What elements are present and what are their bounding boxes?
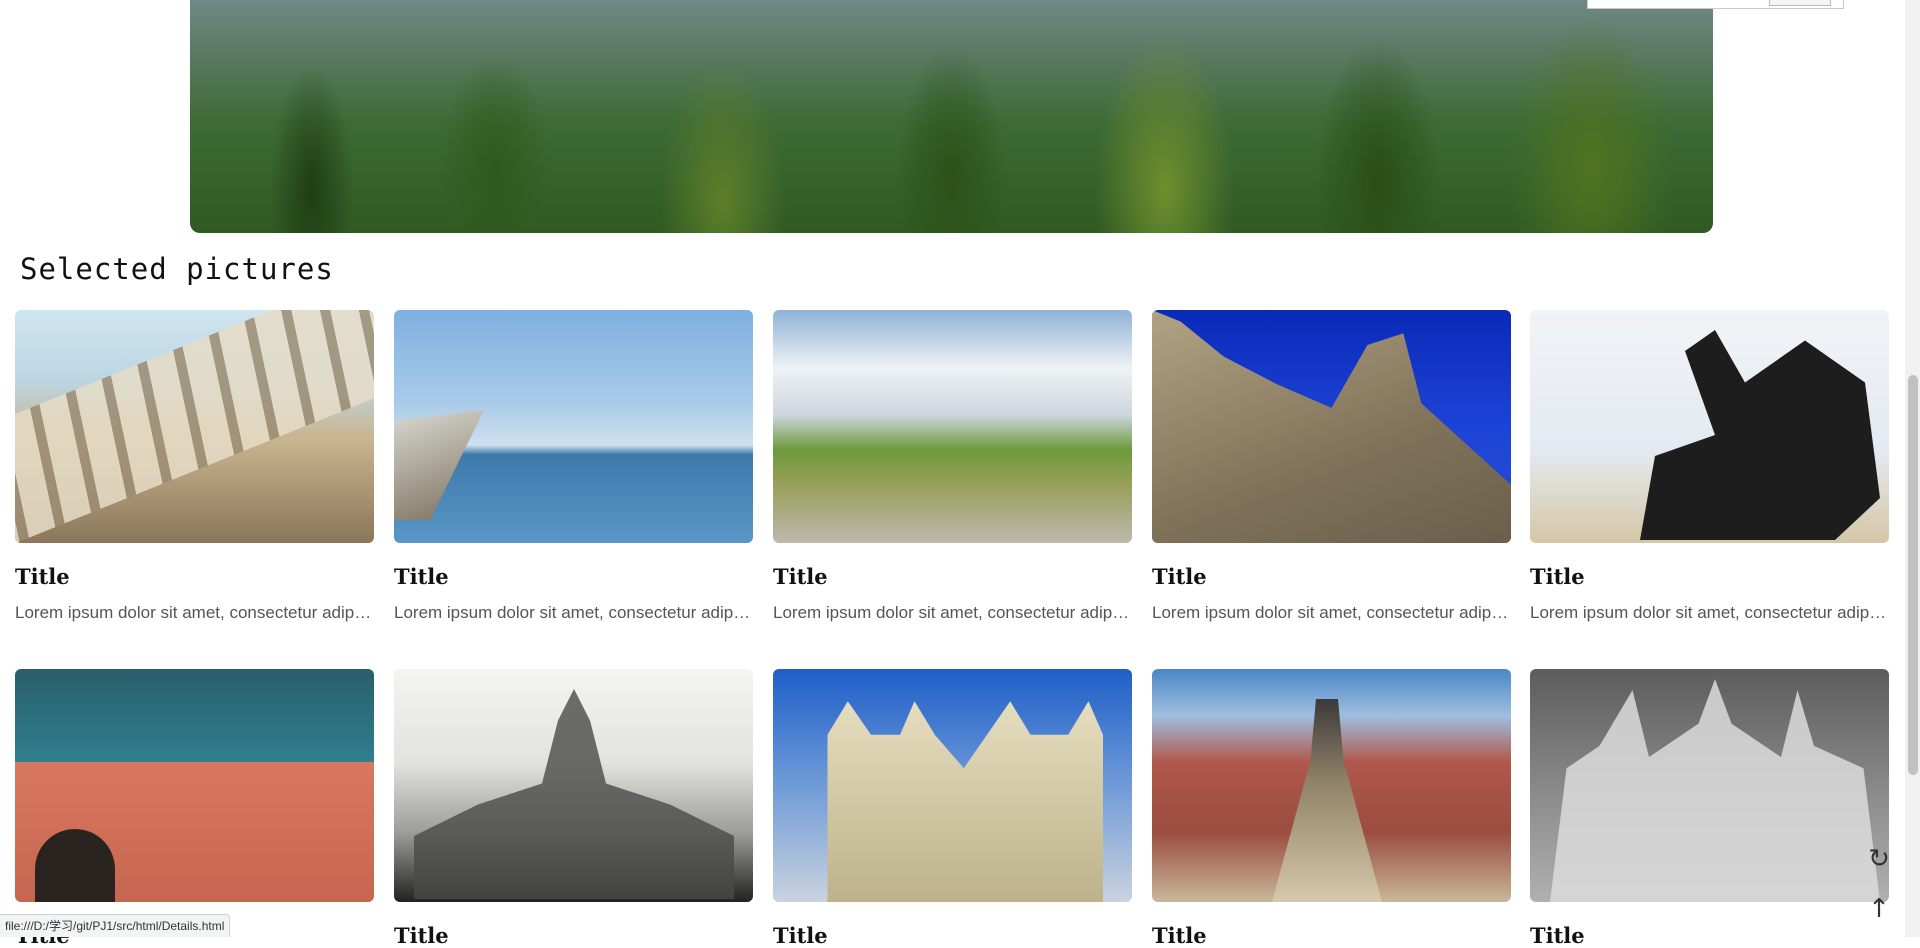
card-image-landscape[interactable] <box>773 310 1132 543</box>
card-title[interactable]: Title <box>773 923 828 948</box>
card-image-statue[interactable] <box>1530 310 1889 543</box>
picture-card[interactable]: Title <box>1530 669 1889 948</box>
picture-card[interactable]: Title Lorem ipsum dolor sit amet, consec… <box>773 310 1132 622</box>
arrow-up-icon[interactable]: ↑ <box>1865 895 1893 923</box>
card-image-hall[interactable] <box>1152 669 1511 902</box>
card-image-castle[interactable] <box>1152 310 1511 543</box>
card-description: Lorem ipsum dolor sit amet, consectetur … <box>773 603 1132 622</box>
card-image-stadium[interactable] <box>15 310 374 543</box>
section-title: Selected pictures <box>20 252 334 286</box>
dropdown-panel <box>1587 0 1844 9</box>
picture-card[interactable]: Title Lorem ipsum dolor sit amet, consec… <box>394 310 753 622</box>
picture-card[interactable]: Title <box>15 669 374 948</box>
card-image-palace[interactable] <box>394 669 753 902</box>
dropdown-button[interactable] <box>1769 0 1831 6</box>
picture-card[interactable]: Title <box>773 669 1132 948</box>
picture-card[interactable]: Title Lorem ipsum dolor sit amet, consec… <box>1152 310 1511 622</box>
vertical-scrollbar[interactable] <box>1905 0 1920 937</box>
card-title[interactable]: Title <box>394 564 449 589</box>
picture-card[interactable]: Title <box>394 669 753 948</box>
card-title[interactable]: Title <box>1152 923 1207 948</box>
picture-card[interactable]: Title Lorem ipsum dolor sit amet, consec… <box>15 310 374 622</box>
card-title[interactable]: Title <box>1152 564 1207 589</box>
card-image-cathedral[interactable] <box>1530 669 1889 902</box>
card-description: Lorem ipsum dolor sit amet, consectetur … <box>1152 603 1511 622</box>
card-image-arsenal[interactable] <box>15 669 374 902</box>
hero-banner-image <box>190 0 1713 233</box>
card-description: Lorem ipsum dolor sit amet, consectetur … <box>394 603 753 622</box>
card-description: Lorem ipsum dolor sit amet, consectetur … <box>1530 603 1889 622</box>
refresh-icon[interactable]: ↻ <box>1865 845 1893 873</box>
card-image-abbey[interactable] <box>773 669 1132 902</box>
card-title[interactable]: Title <box>773 564 828 589</box>
card-title[interactable]: Title <box>394 923 449 948</box>
card-image-boat[interactable] <box>394 310 753 543</box>
scrollbar-thumb[interactable] <box>1908 375 1918 775</box>
card-title[interactable]: Title <box>1530 923 1585 948</box>
card-title[interactable]: Title <box>15 564 70 589</box>
picture-card[interactable]: Title Lorem ipsum dolor sit amet, consec… <box>1530 310 1889 622</box>
picture-card[interactable]: Title <box>1152 669 1511 948</box>
status-bar-url: file:///D:/学习/git/PJ1/src/html/Details.h… <box>0 914 231 937</box>
card-description: Lorem ipsum dolor sit amet, consectetur … <box>15 603 374 622</box>
card-title[interactable]: Title <box>1530 564 1585 589</box>
